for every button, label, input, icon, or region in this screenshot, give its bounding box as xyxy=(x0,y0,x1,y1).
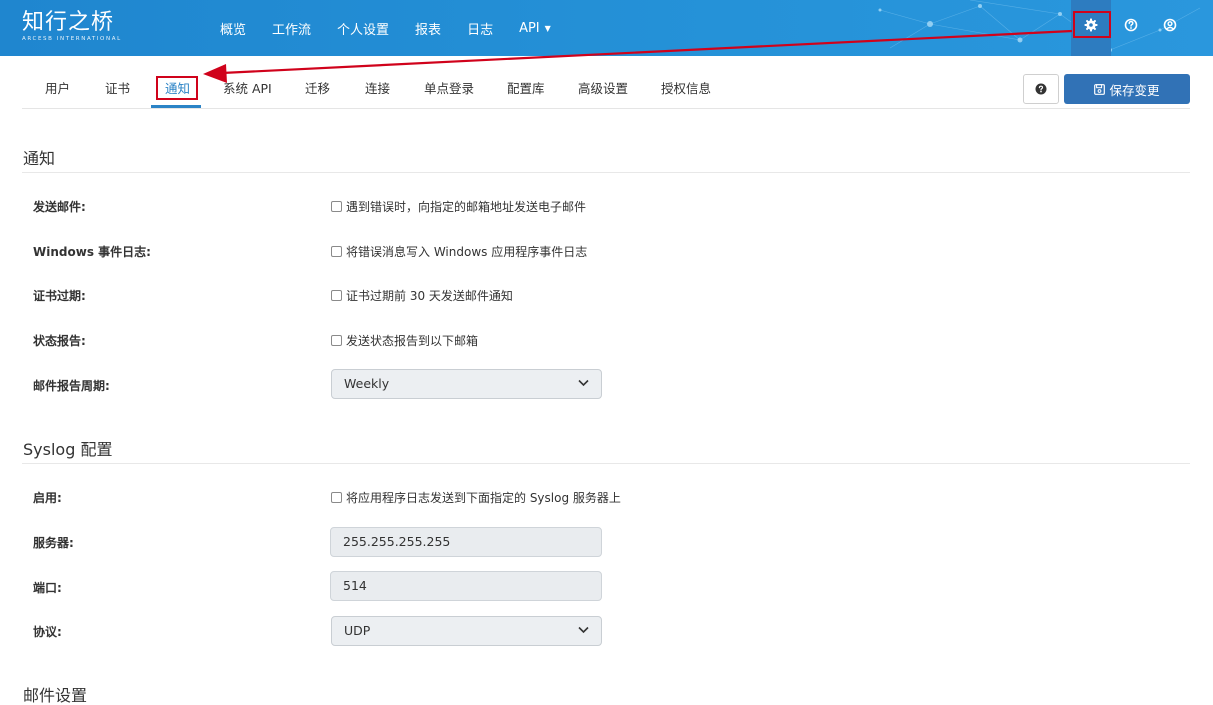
syslog-enable-checkbox[interactable] xyxy=(331,492,342,503)
active-tab-indicator xyxy=(151,105,201,108)
user-circle-icon[interactable] xyxy=(1162,17,1178,33)
main-nav: 概览 工作流 个人设置 报表 日志 API ▼ xyxy=(207,0,564,56)
syslog-protocol-select[interactable]: UDP xyxy=(331,616,602,646)
cert-expiry-label: 证书过期: xyxy=(33,289,86,303)
question-circle-icon xyxy=(1035,83,1047,95)
chevron-down-icon xyxy=(578,379,589,387)
section-divider xyxy=(22,172,1190,173)
logo[interactable]: 知行之桥 ARCESB INTERNATIONAL xyxy=(22,11,122,43)
network-decoration xyxy=(878,0,1201,52)
syslog-enable-label: 启用: xyxy=(33,491,62,505)
windows-event-log-checkbox-label: 将错误消息写入 Windows 应用程序事件日志 xyxy=(346,245,588,259)
nav-api[interactable]: API ▼ xyxy=(519,21,551,36)
syslog-server-label: 服务器: xyxy=(33,536,74,550)
tab-highlight-box xyxy=(156,76,198,100)
status-report-label: 状态报告: xyxy=(33,334,86,348)
cert-expiry-checkbox-label: 证书过期前 30 天发送邮件通知 xyxy=(346,289,513,303)
report-period-label: 邮件报告周期: xyxy=(33,379,110,393)
top-navigation-bar: 知行之桥 ARCESB INTERNATIONAL 概览 工作流 个人设置 报表… xyxy=(0,0,1213,56)
report-period-select[interactable]: Weekly xyxy=(331,369,602,399)
syslog-port-label: 端口: xyxy=(33,581,62,595)
windows-event-log-checkbox-row[interactable]: 将错误消息写入 Windows 应用程序事件日志 xyxy=(331,243,587,260)
logo-text: 知行之桥 xyxy=(22,10,115,35)
send-email-label: 发送邮件: xyxy=(33,200,86,214)
send-email-checkbox[interactable] xyxy=(331,201,342,212)
section-divider xyxy=(22,463,1190,464)
tab-certificates[interactable]: 证书 xyxy=(105,72,130,108)
tab-migration[interactable]: 迁移 xyxy=(305,72,330,108)
status-report-checkbox[interactable] xyxy=(331,335,342,346)
nav-api-label: API xyxy=(519,20,540,36)
syslog-enable-checkbox-row[interactable]: 将应用程序日志发送到下面指定的 Syslog 服务器上 xyxy=(331,489,621,506)
send-email-checkbox-row[interactable]: 遇到错误时，向指定的邮箱地址发送电子邮件 xyxy=(331,198,586,215)
help-button[interactable] xyxy=(1023,74,1059,104)
report-period-value: Weekly xyxy=(344,376,390,391)
tab-users[interactable]: 用户 xyxy=(45,72,70,108)
nav-workflows[interactable]: 工作流 xyxy=(272,19,311,38)
save-changes-button[interactable]: 保存变更 xyxy=(1064,74,1190,104)
syslog-protocol-value: UDP xyxy=(344,623,371,638)
status-report-checkbox-row[interactable]: 发送状态报告到以下邮箱 xyxy=(331,332,478,349)
tab-system-api[interactable]: 系统 API xyxy=(223,72,272,108)
chevron-down-icon xyxy=(578,626,589,634)
tab-sso[interactable]: 单点登录 xyxy=(424,72,474,108)
save-button-label: 保存变更 xyxy=(1109,82,1160,98)
windows-event-log-checkbox[interactable] xyxy=(331,246,342,257)
syslog-enable-checkbox-label: 将应用程序日志发送到下面指定的 Syslog 服务器上 xyxy=(346,491,621,505)
help-circle-icon[interactable] xyxy=(1123,17,1139,33)
cert-expiry-checkbox[interactable] xyxy=(331,290,342,301)
nav-profile[interactable]: 个人设置 xyxy=(337,19,389,38)
syslog-server-input[interactable]: 255.255.255.255 xyxy=(330,527,602,557)
tab-advanced[interactable]: 高级设置 xyxy=(578,72,628,108)
syslog-port-input[interactable]: 514 xyxy=(330,571,602,601)
section-title-mail: 邮件设置 xyxy=(23,686,88,705)
status-report-checkbox-label: 发送状态报告到以下邮箱 xyxy=(346,334,479,348)
nav-logs[interactable]: 日志 xyxy=(467,19,493,38)
send-email-checkbox-label: 遇到错误时，向指定的邮箱地址发送电子邮件 xyxy=(346,200,587,214)
tab-config-store[interactable]: 配置库 xyxy=(507,72,545,108)
cert-expiry-checkbox-row[interactable]: 证书过期前 30 天发送邮件通知 xyxy=(331,287,513,304)
nav-reports[interactable]: 报表 xyxy=(415,19,441,38)
caret-down-icon: ▼ xyxy=(544,23,551,33)
floppy-disk-icon xyxy=(1094,83,1106,95)
settings-highlight-box xyxy=(1073,11,1111,38)
logo-subtext: ARCESB INTERNATIONAL xyxy=(22,36,122,42)
tab-license[interactable]: 授权信息 xyxy=(661,72,711,108)
section-title-syslog: Syslog 配置 xyxy=(23,440,113,459)
section-title-notifications: 通知 xyxy=(23,149,56,168)
tab-connections[interactable]: 连接 xyxy=(365,72,390,108)
syslog-protocol-label: 协议: xyxy=(33,625,62,639)
nav-overview[interactable]: 概览 xyxy=(220,19,246,38)
windows-event-log-label: Windows 事件日志: xyxy=(33,245,151,259)
